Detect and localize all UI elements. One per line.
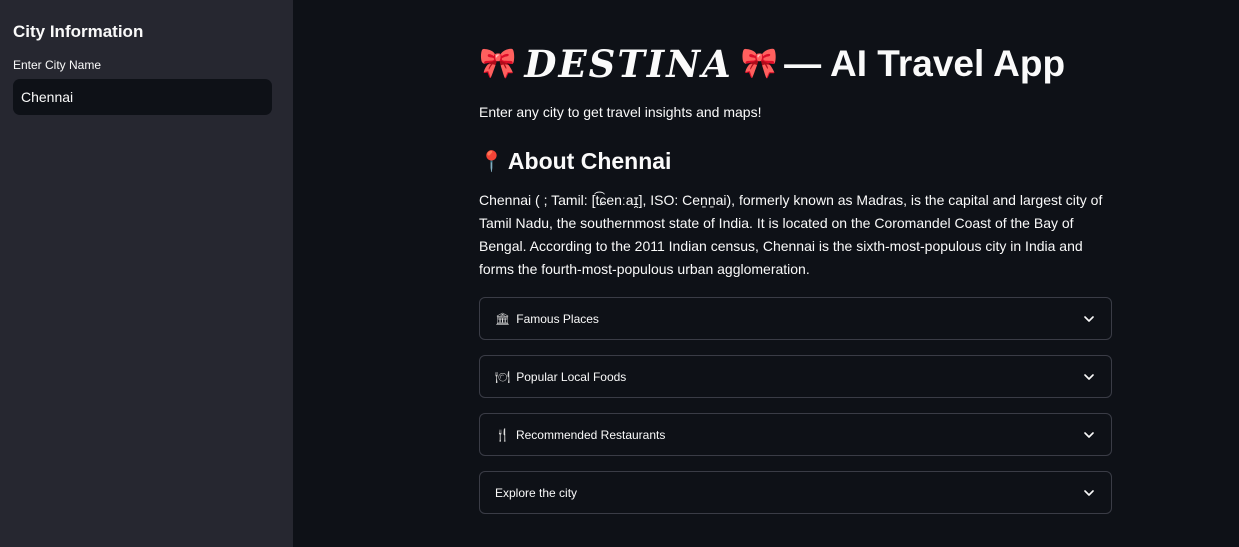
chevron-down-icon <box>1083 487 1095 499</box>
chevron-down-icon <box>1083 429 1095 441</box>
expander-restaurants[interactable]: 🍴 Recommended Restaurants <box>479 413 1112 456</box>
expander-label: Explore the city <box>495 485 578 500</box>
page-title: 🎀 DESTINA 🎀 — AI Travel App <box>479 38 1112 90</box>
app-root: City Information Enter City Name 🎀 DESTI… <box>0 0 1239 547</box>
city-name-input[interactable] <box>13 79 272 115</box>
plate-icon: 🍽 <box>495 369 511 384</box>
expander-explore-city[interactable]: Explore the city <box>479 471 1112 514</box>
main-content: 🎀 DESTINA 🎀 — AI Travel App Enter any ci… <box>293 0 1239 547</box>
museum-icon: 🏛 <box>495 311 511 326</box>
sidebar: City Information Enter City Name <box>0 0 293 547</box>
expander-famous-places[interactable]: 🏛 Famous Places <box>479 297 1112 340</box>
expander-list: 🏛 Famous Places 🍽 Popular Local Foods 🍴 … <box>479 297 1112 514</box>
chevron-down-icon <box>1083 313 1095 325</box>
chevron-down-icon <box>1083 371 1095 383</box>
content-block: 🎀 DESTINA 🎀 — AI Travel App Enter any ci… <box>479 38 1112 529</box>
intro-text: Enter any city to get travel insights an… <box>479 104 762 120</box>
expander-label: Recommended Restaurants <box>515 427 666 442</box>
pin-icon: 📍 <box>479 151 504 173</box>
title-suffix: — AI Travel App <box>784 43 1066 84</box>
expander-label: Famous Places <box>516 311 599 326</box>
ribbon-bow-icon: 🎀 <box>740 47 779 80</box>
expander-local-foods[interactable]: 🍽 Popular Local Foods <box>479 355 1112 398</box>
about-heading: 📍 About Chennai <box>479 148 1112 175</box>
fork-knife-icon: 🍴 <box>495 427 510 442</box>
sidebar-title: City Information <box>13 22 144 41</box>
about-description: Chennai ( ; Tamil: [t͡ɕenːaɪ̯], ISO: Ceṉ… <box>479 192 1103 277</box>
about-heading-text: About Chennai <box>507 148 672 174</box>
expander-label: Popular Local Foods <box>516 369 627 384</box>
ribbon-bow-icon: 🎀 <box>479 47 517 80</box>
city-name-label: Enter City Name <box>13 58 102 72</box>
brand-name: DESTINA <box>524 42 733 86</box>
